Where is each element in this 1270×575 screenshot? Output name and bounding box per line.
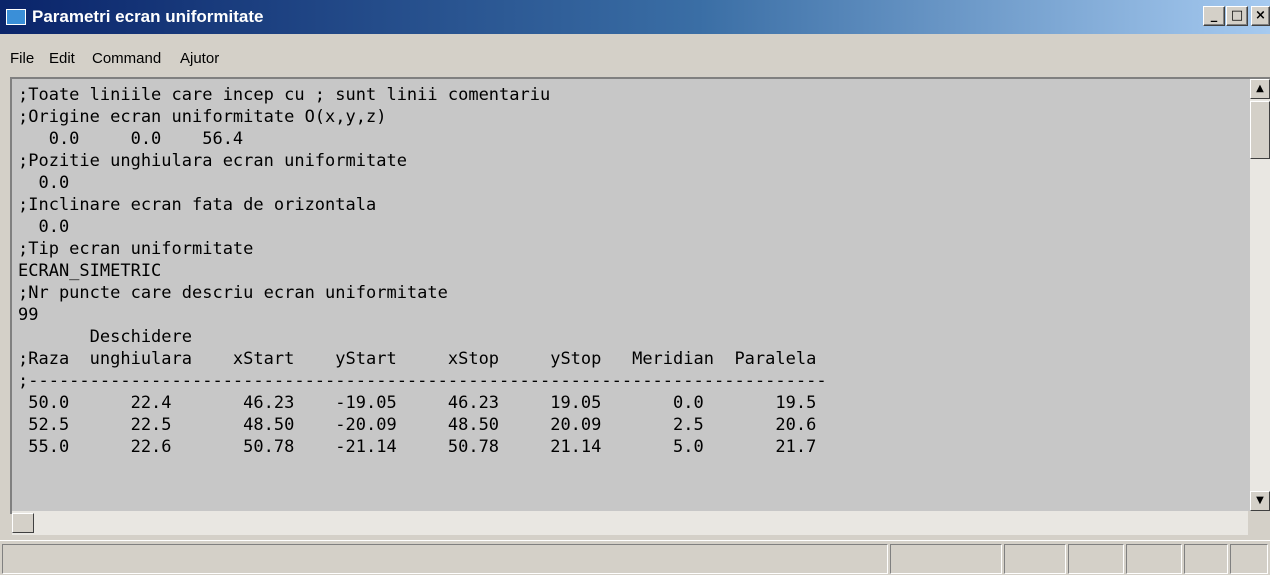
editor-line: 0.0: [18, 217, 70, 237]
status-panel: [1068, 544, 1124, 574]
minimize-button[interactable]: _: [1203, 6, 1225, 26]
menu-command[interactable]: Command: [92, 50, 161, 67]
editor-line: ;Pozitie unghiulara ecran uniformitate: [18, 151, 407, 171]
status-panel: [1230, 544, 1268, 574]
text-editor[interactable]: ;Toate liniile care incep cu ; sunt lini…: [10, 77, 1270, 514]
editor-line: ;---------------------------------------…: [18, 371, 827, 391]
editor-line: 0.0 0.0 56.4: [18, 129, 244, 149]
status-panel: [890, 544, 1002, 574]
status-panel: [1184, 544, 1228, 574]
menu-ajutor[interactable]: Ajutor: [180, 50, 219, 67]
maximize-button[interactable]: □: [1226, 6, 1248, 26]
horizontal-scroll-thumb[interactable]: [12, 513, 34, 533]
editor-line: 52.5 22.5 48.50 -20.09 48.50 20.09 2.5 2…: [18, 415, 817, 435]
status-bar: [0, 540, 1270, 575]
arrow-down-icon[interactable]: ▼: [1250, 491, 1270, 511]
arrow-up-icon[interactable]: ▲: [1250, 79, 1270, 99]
editor-line: 99: [18, 305, 39, 325]
status-panel: [2, 544, 888, 574]
menu-file[interactable]: File: [10, 50, 34, 67]
editor-line: 0.0: [18, 173, 70, 193]
editor-line: ;Toate liniile care incep cu ; sunt lini…: [18, 85, 551, 105]
size-grip[interactable]: [1248, 511, 1270, 535]
status-panel: [1126, 544, 1182, 574]
editor-line: ;Origine ecran uniformitate O(x,y,z): [18, 107, 387, 127]
editor-line: ;Tip ecran uniformitate: [18, 239, 254, 259]
title-bar[interactable]: Parametri ecran uniformitate _ □ ×: [0, 0, 1270, 34]
horizontal-scrollbar[interactable]: [12, 511, 1250, 535]
editor-line: ;Inclinare ecran fata de orizontala: [18, 195, 377, 215]
editor-line: Deschidere: [18, 327, 192, 347]
status-panel: [1004, 544, 1066, 574]
menu-edit[interactable]: Edit: [49, 50, 75, 67]
vertical-scroll-thumb[interactable]: [1250, 101, 1270, 159]
window-icon: [6, 9, 26, 25]
editor-line: 50.0 22.4 46.23 -19.05 46.23 19.05 0.0 1…: [18, 393, 817, 413]
editor-line: ;Raza unghiulara xStart yStart xStop ySt…: [18, 349, 817, 369]
close-button[interactable]: ×: [1251, 6, 1270, 26]
menu-bar: File Edit Command Ajutor: [0, 47, 1270, 71]
editor-line: ECRAN_SIMETRIC: [18, 261, 162, 281]
window-title: Parametri ecran uniformitate: [32, 7, 264, 26]
editor-line: ;Nr puncte care descriu ecran uniformita…: [18, 283, 448, 303]
vertical-scrollbar[interactable]: ▲ ▼: [1250, 79, 1270, 511]
editor-line: 55.0 22.6 50.78 -21.14 50.78 21.14 5.0 2…: [18, 437, 817, 457]
